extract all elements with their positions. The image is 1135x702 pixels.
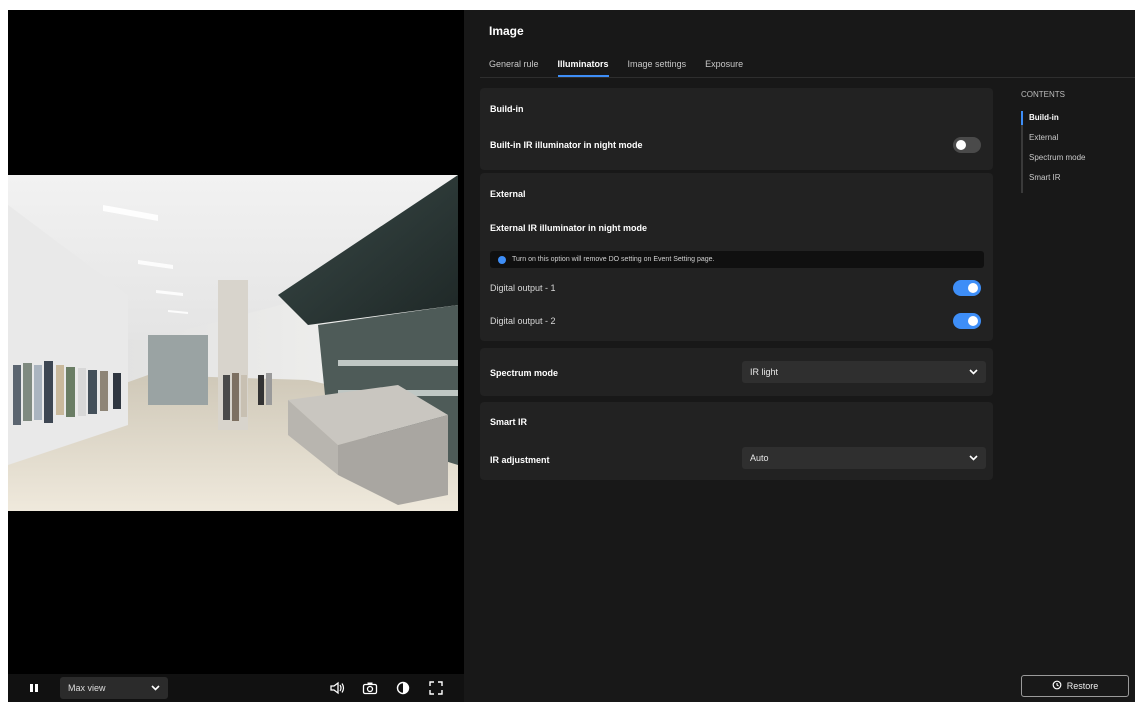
external-ir-label: External IR illuminator in night mode bbox=[490, 223, 648, 233]
store-interior-image bbox=[8, 175, 458, 511]
digital-output-1-label: Digital output - 1 bbox=[490, 283, 556, 293]
tab-bar: General rule Illuminators Image settings… bbox=[489, 59, 743, 77]
spectrum-section: Spectrum mode IR light bbox=[480, 348, 993, 396]
builtin-section: Build-in Built-in IR illuminator in nigh… bbox=[480, 88, 993, 170]
video-right-controls bbox=[325, 676, 448, 700]
tab-illuminators[interactable]: Illuminators bbox=[557, 59, 609, 77]
chevron-down-icon bbox=[151, 683, 160, 693]
contents-nav: CONTENTS Build-in External Spectrum mode… bbox=[1020, 90, 1085, 193]
contents-item-spectrum-mode[interactable]: Spectrum mode bbox=[1029, 153, 1085, 173]
contents-item-external[interactable]: External bbox=[1029, 133, 1085, 153]
tab-exposure[interactable]: Exposure bbox=[705, 59, 743, 77]
tab-image-settings[interactable]: Image settings bbox=[628, 59, 687, 77]
pause-icon[interactable] bbox=[22, 676, 46, 700]
digital-output-2-label: Digital output - 2 bbox=[490, 316, 556, 326]
settings-pane: Image General rule Illuminators Image se… bbox=[464, 10, 1135, 702]
camera-snapshot-icon[interactable] bbox=[358, 676, 382, 700]
external-section: External External IR illuminator in nigh… bbox=[480, 173, 993, 341]
view-mode-value: Max view bbox=[68, 683, 106, 693]
video-control-bar: Max view bbox=[8, 674, 464, 702]
toggle-knob bbox=[968, 283, 978, 293]
tabs-divider bbox=[480, 77, 1135, 78]
builtin-heading: Build-in bbox=[490, 104, 524, 114]
digital-output-1-toggle[interactable] bbox=[953, 280, 981, 296]
app-window: Max view Image General rule Illuminators… bbox=[8, 10, 1135, 702]
toggle-knob bbox=[968, 316, 978, 326]
toggle-knob bbox=[956, 140, 966, 150]
chevron-down-icon bbox=[969, 367, 978, 377]
contrast-icon[interactable] bbox=[391, 676, 415, 700]
info-banner: Turn on this option will remove DO setti… bbox=[490, 251, 984, 268]
ir-adjustment-value: Auto bbox=[750, 453, 769, 463]
restore-icon bbox=[1052, 680, 1062, 692]
contents-title: CONTENTS bbox=[1021, 90, 1065, 99]
fullscreen-icon[interactable] bbox=[424, 676, 448, 700]
contents-list: Build-in External Spectrum mode Smart IR bbox=[1020, 111, 1085, 193]
speaker-icon[interactable] bbox=[325, 676, 349, 700]
builtin-ir-toggle[interactable] bbox=[953, 137, 981, 153]
chevron-down-icon bbox=[969, 453, 978, 463]
smart-ir-section: Smart IR IR adjustment Auto bbox=[480, 402, 993, 480]
video-pane: Max view bbox=[8, 10, 464, 702]
info-text: Turn on this option will remove DO setti… bbox=[512, 256, 715, 263]
restore-label: Restore bbox=[1066, 681, 1099, 691]
contents-item-build-in[interactable]: Build-in bbox=[1020, 111, 1085, 133]
spectrum-mode-select[interactable]: IR light bbox=[742, 361, 986, 383]
tab-general-rule[interactable]: General rule bbox=[489, 59, 539, 77]
smart-ir-heading: Smart IR bbox=[490, 417, 528, 427]
spectrum-label: Spectrum mode bbox=[490, 368, 559, 378]
builtin-ir-label: Built-in IR illuminator in night mode bbox=[490, 140, 643, 150]
view-mode-select[interactable]: Max view bbox=[60, 677, 168, 699]
contents-item-smart-ir[interactable]: Smart IR bbox=[1029, 173, 1085, 193]
ir-adjustment-select[interactable]: Auto bbox=[742, 447, 986, 469]
ir-adjustment-label: IR adjustment bbox=[490, 455, 550, 465]
external-heading: External bbox=[490, 189, 526, 199]
digital-output-2-toggle[interactable] bbox=[953, 313, 981, 329]
live-video-frame[interactable] bbox=[8, 175, 458, 511]
spectrum-mode-value: IR light bbox=[750, 367, 779, 377]
info-icon bbox=[498, 255, 506, 264]
page-title: Image bbox=[489, 24, 524, 38]
restore-button[interactable]: Restore bbox=[1021, 675, 1129, 697]
